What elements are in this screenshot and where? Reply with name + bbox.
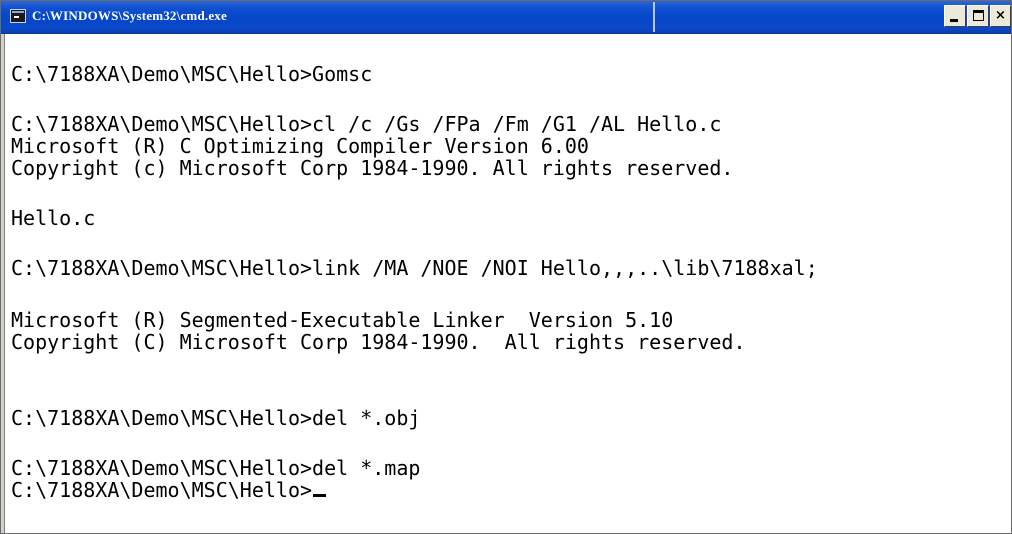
title-bar-divider xyxy=(653,2,655,32)
console-line: C:\7188XA\Demo\MSC\Hello>cl /c /Gs /FPa … xyxy=(11,112,722,136)
console-output[interactable]: C:\7188XA\Demo\MSC\Hello>Gomsc C:\7188XA… xyxy=(11,63,1007,533)
console-prompt: C:\7188XA\Demo\MSC\Hello> xyxy=(11,478,313,502)
maximize-icon xyxy=(973,10,984,21)
minimize-icon xyxy=(950,19,958,22)
console-line: Copyright (C) Microsoft Corp 1984-1990. … xyxy=(11,330,746,354)
console-line: Microsoft (R) C Optimizing Compiler Vers… xyxy=(11,134,589,158)
maximize-button[interactable] xyxy=(967,5,989,27)
console-line: C:\7188XA\Demo\MSC\Hello>Gomsc xyxy=(11,63,373,86)
close-icon: × xyxy=(995,8,1006,23)
close-button[interactable]: × xyxy=(990,5,1011,27)
console-prompt-line[interactable]: C:\7188XA\Demo\MSC\Hello> xyxy=(11,478,327,502)
window-title: C:\WINDOWS\System32\cmd.exe xyxy=(32,8,227,23)
console-line: Hello.c xyxy=(11,206,96,230)
cmd-window: C:\WINDOWS\System32\cmd.exe × C:\7188XA\… xyxy=(0,0,1012,534)
console-line: Copyright (c) Microsoft Corp 1984-1990. … xyxy=(11,156,734,180)
window-left-border xyxy=(1,34,5,533)
console-line: C:\7188XA\Demo\MSC\Hello>link /MA /NOE /… xyxy=(11,256,818,280)
title-bar[interactable]: C:\WINDOWS\System32\cmd.exe × xyxy=(1,1,1011,34)
console-line: Microsoft (R) Segmented-Executable Linke… xyxy=(11,308,674,332)
minimize-button[interactable] xyxy=(944,5,966,27)
text-cursor xyxy=(313,494,327,497)
console-line: C:\7188XA\Demo\MSC\Hello>del *.obj xyxy=(11,406,421,430)
console-icon[interactable] xyxy=(10,9,26,23)
console-line: C:\7188XA\Demo\MSC\Hello>del *.map xyxy=(11,456,421,480)
